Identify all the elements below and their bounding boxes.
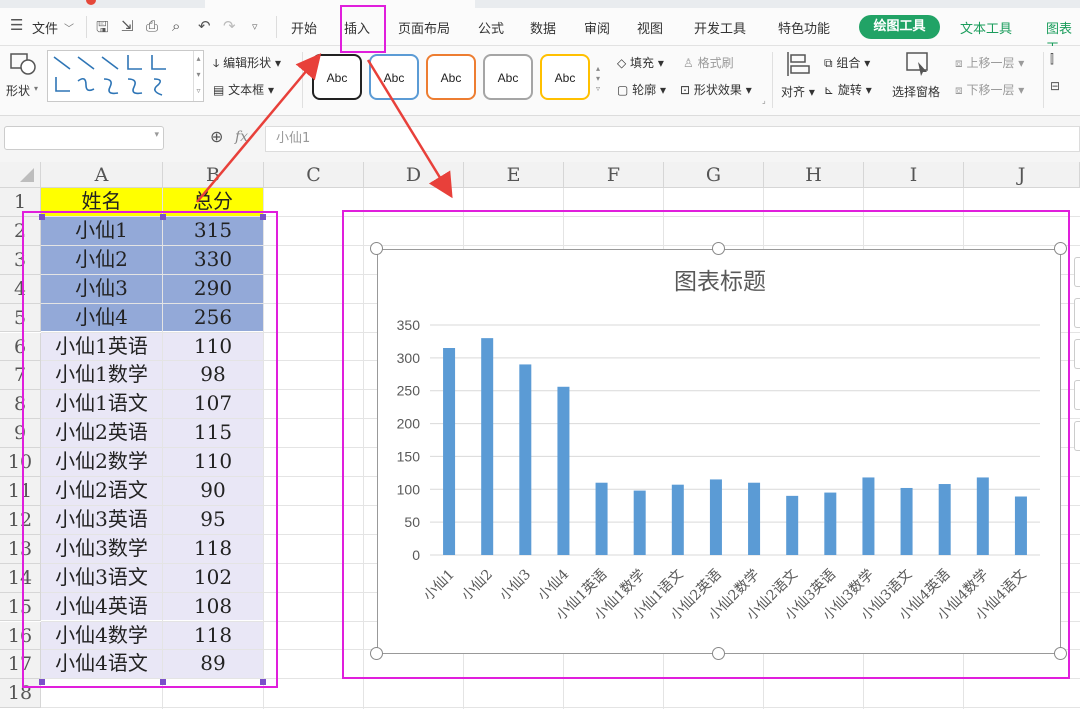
annotation-arrows [196, 53, 453, 203]
spreadsheet-window: ☰ 文件 ﹀ 🖫 ⇲ ⎙ ⌕ ↶ ↷ ▿ 开始 插入 页面布局 公式 数据 审阅… [0, 0, 1080, 709]
arrow-insert-to-chart [366, 59, 453, 199]
arrow-data-to-insert [196, 53, 322, 203]
